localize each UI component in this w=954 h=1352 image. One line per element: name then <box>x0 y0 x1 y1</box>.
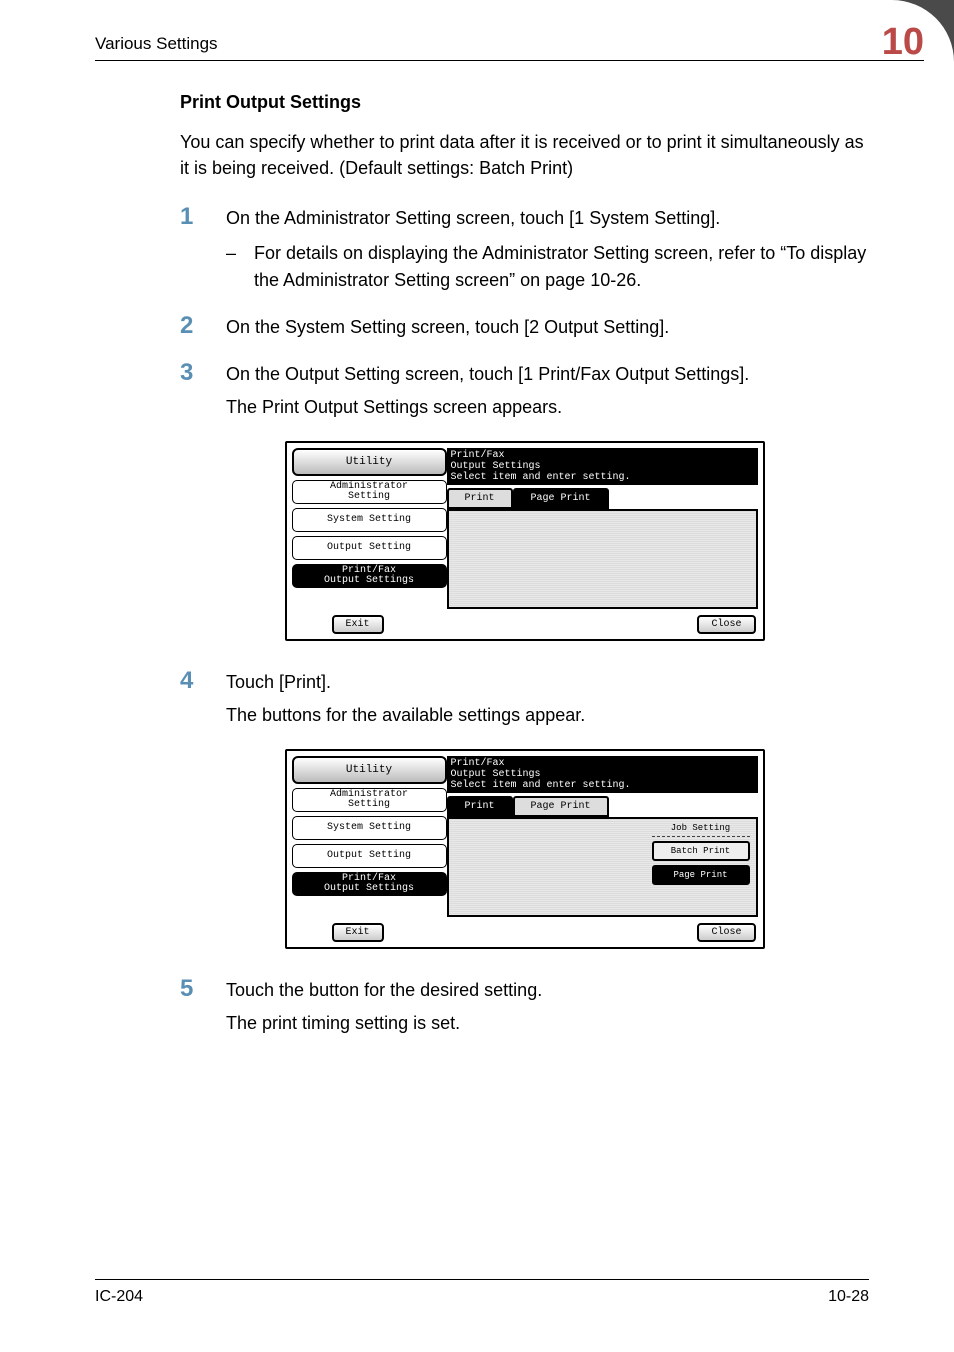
step-number: 4 <box>180 669 226 729</box>
tab-print[interactable]: Print <box>447 796 513 817</box>
page-header: Various Settings 10 <box>95 28 924 61</box>
chapter-number: 10 <box>882 21 924 64</box>
crumb-printfax[interactable]: Print/Fax Output Settings <box>292 872 447 896</box>
crumb-output[interactable]: Output Setting <box>292 536 447 560</box>
intro-paragraph: You can specify whether to print data af… <box>180 129 869 181</box>
step-4: 4 Touch [Print]. The buttons for the ava… <box>180 669 869 729</box>
tab-page-print[interactable]: Page Print <box>513 796 609 817</box>
panel-title: Print/Fax Output Settings Select item an… <box>447 756 758 793</box>
step-2: 2 On the System Setting screen, touch [2… <box>180 314 869 341</box>
job-setting-label: Job Setting <box>652 823 750 837</box>
step-after-text: The Print Output Settings screen appears… <box>226 394 869 421</box>
footer-right: 10-28 <box>828 1288 869 1306</box>
header-section-title: Various Settings <box>95 34 218 54</box>
tab-page-print[interactable]: Page Print <box>513 488 609 509</box>
step-number: 2 <box>180 314 226 341</box>
close-button[interactable]: Close <box>697 923 755 942</box>
crumb-admin[interactable]: Administrator Setting <box>292 480 447 504</box>
step-number: 5 <box>180 977 226 1037</box>
step-number: 3 <box>180 361 226 421</box>
device-screenshot-2: Utility Administrator Setting System Set… <box>285 749 765 949</box>
crumb-printfax[interactable]: Print/Fax Output Settings <box>292 564 447 588</box>
page-footer: IC-204 10-28 <box>95 1279 869 1306</box>
step-sub-item: – For details on displaying the Administ… <box>226 240 869 294</box>
panel-main-area <box>447 509 758 609</box>
step-text: On the Output Setting screen, touch [1 P… <box>226 364 749 384</box>
step-text: Touch [Print]. <box>226 672 331 692</box>
utility-button[interactable]: Utility <box>292 756 447 784</box>
utility-button[interactable]: Utility <box>292 448 447 476</box>
device-screenshot-1: Utility Administrator Setting System Set… <box>285 441 765 641</box>
step-text: On the Administrator Setting screen, tou… <box>226 208 720 228</box>
crumb-admin[interactable]: Administrator Setting <box>292 788 447 812</box>
step-after-text: The print timing setting is set. <box>226 1010 869 1037</box>
dash-icon: – <box>226 240 254 294</box>
step-text: Touch the button for the desired setting… <box>226 980 542 1000</box>
crumb-system[interactable]: System Setting <box>292 508 447 532</box>
section-heading: Print Output Settings <box>180 92 869 113</box>
step-text: On the System Setting screen, touch [2 O… <box>226 317 669 337</box>
panel-title: Print/Fax Output Settings Select item an… <box>447 448 758 485</box>
close-button[interactable]: Close <box>697 615 755 634</box>
step-after-text: The buttons for the available settings a… <box>226 702 869 729</box>
option-batch-print[interactable]: Batch Print <box>652 841 750 861</box>
exit-button[interactable]: Exit <box>332 923 384 942</box>
sub-text: For details on displaying the Administra… <box>254 240 869 294</box>
step-number: 1 <box>180 205 226 294</box>
step-1: 1 On the Administrator Setting screen, t… <box>180 205 869 294</box>
crumb-system[interactable]: System Setting <box>292 816 447 840</box>
tab-print[interactable]: Print <box>447 488 513 509</box>
step-5: 5 Touch the button for the desired setti… <box>180 977 869 1037</box>
exit-button[interactable]: Exit <box>332 615 384 634</box>
option-page-print[interactable]: Page Print <box>652 865 750 885</box>
panel-main-area: Job Setting Batch Print Page Print <box>447 817 758 917</box>
footer-left: IC-204 <box>95 1288 143 1306</box>
step-3: 3 On the Output Setting screen, touch [1… <box>180 361 869 421</box>
crumb-output[interactable]: Output Setting <box>292 844 447 868</box>
